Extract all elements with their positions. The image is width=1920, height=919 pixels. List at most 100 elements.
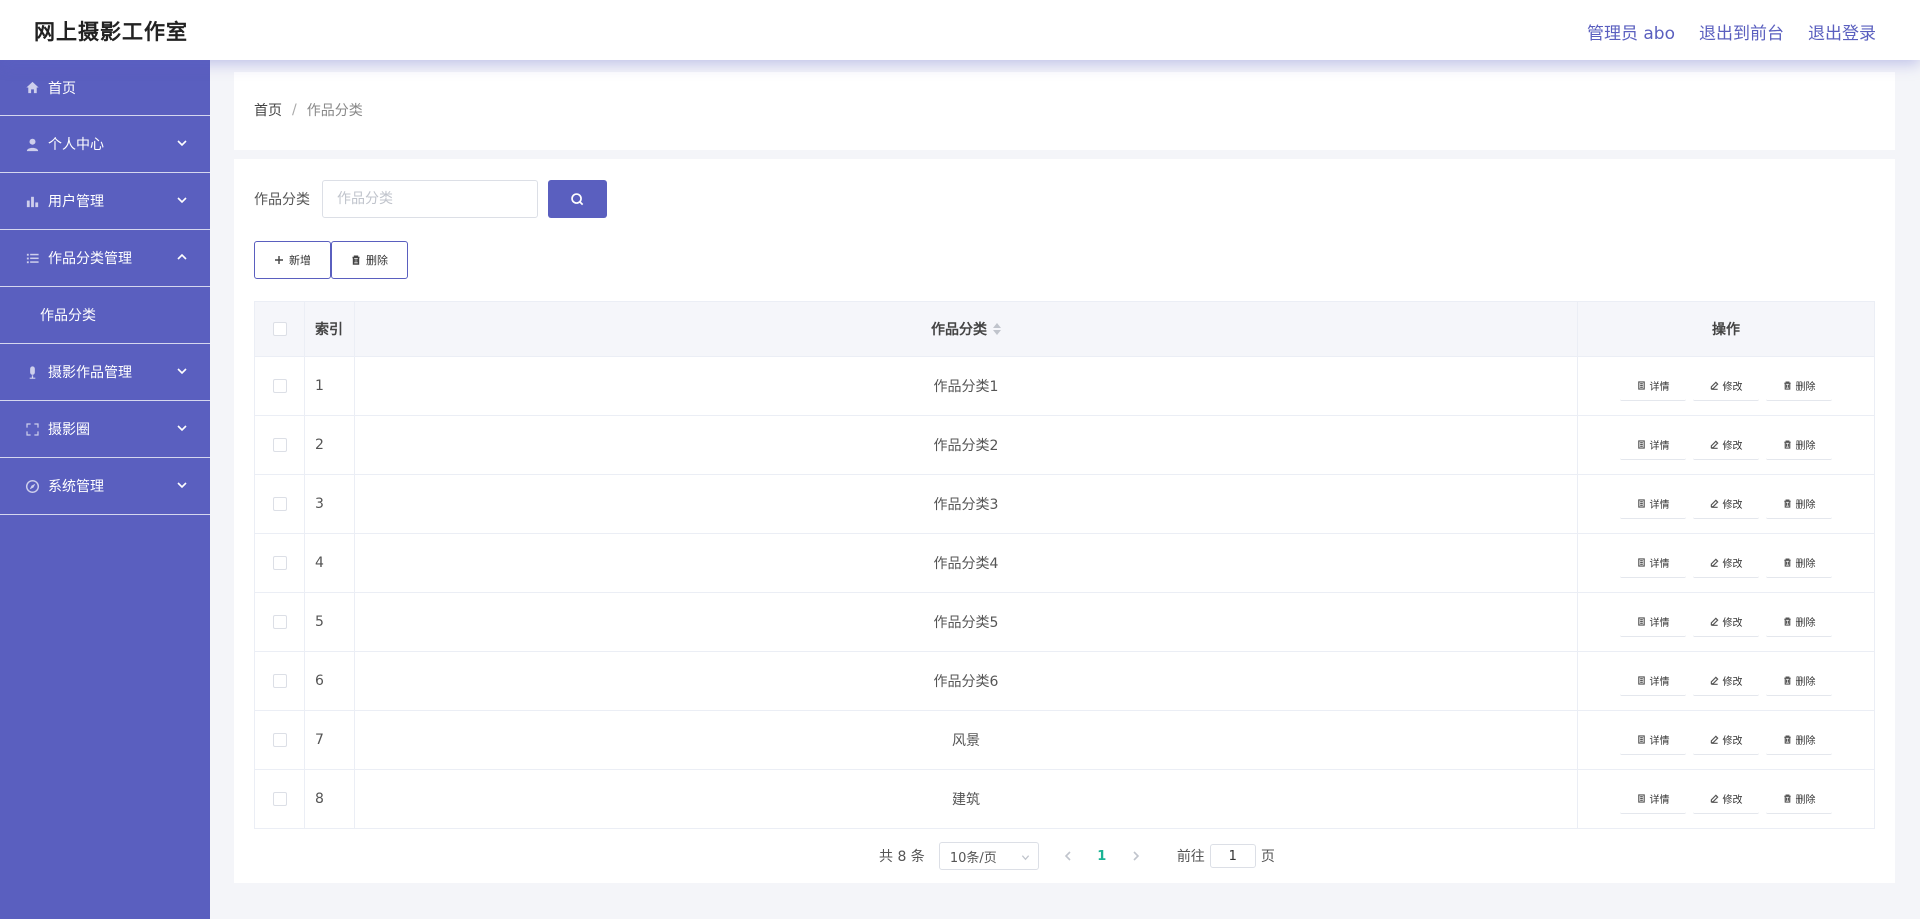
sidebar-item-category-management[interactable]: 作品分类管理 xyxy=(0,230,210,287)
table-row: 5 作品分类5 详情 修改 删除 xyxy=(255,593,1874,652)
edit-button[interactable]: 修改 xyxy=(1693,371,1759,401)
edit-button[interactable]: 修改 xyxy=(1693,725,1759,755)
goto-page-input[interactable] xyxy=(1209,844,1256,868)
row-category-name: 作品分类3 xyxy=(355,475,1578,533)
edit-button[interactable]: 修改 xyxy=(1693,548,1759,578)
select-all-checkbox[interactable] xyxy=(272,322,287,336)
detail-button[interactable]: 详情 xyxy=(1620,371,1686,401)
row-check-cell xyxy=(255,711,305,769)
search-icon xyxy=(571,192,584,205)
column-header-index: 索引 xyxy=(305,302,355,356)
prev-page-button[interactable] xyxy=(1053,851,1083,861)
plus-icon xyxy=(275,256,283,264)
sidebar-item-system-management[interactable]: 系统管理 xyxy=(0,458,210,515)
category-search-input[interactable] xyxy=(322,180,538,218)
search-button[interactable] xyxy=(548,180,607,218)
edit-icon xyxy=(1710,617,1718,626)
row-category-name: 作品分类2 xyxy=(355,416,1578,474)
table-row: 1 作品分类1 详情 修改 删除 xyxy=(255,357,1874,416)
row-check-cell xyxy=(255,416,305,474)
sidebar-item-photo-circle[interactable]: 摄影圈 xyxy=(0,401,210,458)
detail-button[interactable]: 详情 xyxy=(1620,607,1686,637)
detail-button-label: 详情 xyxy=(1649,500,1670,511)
row-checkbox[interactable] xyxy=(272,792,287,806)
chevron-up-icon xyxy=(176,251,188,263)
trash-icon xyxy=(1783,558,1791,567)
row-delete-button[interactable]: 删除 xyxy=(1766,430,1832,460)
sidebar-item-personal-center[interactable]: 个人中心 xyxy=(0,116,210,173)
row-delete-button[interactable]: 删除 xyxy=(1766,725,1832,755)
sidebar: 首页 个人中心 用户管理 作品分类管理 作品分类 摄影作品管理 摄影圈 系统管理 xyxy=(0,60,210,919)
chevron-down-icon xyxy=(176,137,188,149)
search-label: 作品分类 xyxy=(254,192,310,208)
detail-button-label: 详情 xyxy=(1649,559,1670,570)
row-delete-button-label: 删除 xyxy=(1795,559,1816,570)
detail-button[interactable]: 详情 xyxy=(1620,430,1686,460)
row-delete-button[interactable]: 删除 xyxy=(1766,666,1832,696)
edit-button[interactable]: 修改 xyxy=(1693,784,1759,814)
header-check-cell xyxy=(255,302,305,356)
row-delete-button[interactable]: 删除 xyxy=(1766,548,1832,578)
detail-button-label: 详情 xyxy=(1649,795,1670,806)
detail-button[interactable]: 详情 xyxy=(1620,725,1686,755)
detail-button[interactable]: 详情 xyxy=(1620,489,1686,519)
row-delete-button[interactable]: 删除 xyxy=(1766,784,1832,814)
page-number-current[interactable]: 1 xyxy=(1087,849,1117,864)
logout-link[interactable]: 退出登录 xyxy=(1808,19,1876,44)
breadcrumb-card: 首页 / 作品分类 xyxy=(234,72,1895,150)
admin-user-link[interactable]: 管理员 abo xyxy=(1587,19,1675,44)
row-delete-button[interactable]: 删除 xyxy=(1766,489,1832,519)
document-icon xyxy=(1637,735,1645,744)
row-index: 2 xyxy=(305,416,355,474)
goto-prefix: 前往 xyxy=(1176,849,1205,865)
pagination: 共 8 条 10条/页 1 前往 页 xyxy=(879,842,1275,870)
detail-button[interactable]: 详情 xyxy=(1620,666,1686,696)
row-checkbox[interactable] xyxy=(272,438,287,452)
exit-to-frontend-link[interactable]: 退出到前台 xyxy=(1699,19,1784,44)
edit-button-label: 修改 xyxy=(1722,677,1743,688)
row-operations: 详情 修改 删除 xyxy=(1578,770,1874,828)
row-index: 7 xyxy=(305,711,355,769)
row-checkbox[interactable] xyxy=(272,497,287,511)
sidebar-item-photo-works-management[interactable]: 摄影作品管理 xyxy=(0,344,210,401)
edit-button[interactable]: 修改 xyxy=(1693,666,1759,696)
sidebar-item-user-management[interactable]: 用户管理 xyxy=(0,173,210,230)
edit-button-label: 修改 xyxy=(1722,736,1743,747)
row-checkbox[interactable] xyxy=(272,674,287,688)
microphone-icon xyxy=(24,364,40,380)
goto-suffix: 页 xyxy=(1260,849,1275,865)
row-delete-button-label: 删除 xyxy=(1795,382,1816,393)
document-icon xyxy=(1637,617,1645,626)
row-checkbox[interactable] xyxy=(272,379,287,393)
row-index: 1 xyxy=(305,357,355,415)
row-delete-button-label: 删除 xyxy=(1795,736,1816,747)
next-page-button[interactable] xyxy=(1121,851,1151,861)
edit-button-label: 修改 xyxy=(1722,795,1743,806)
sidebar-item-home[interactable]: 首页 xyxy=(0,60,210,116)
sidebar-subitem-category[interactable]: 作品分类 xyxy=(0,287,210,344)
breadcrumb-home[interactable]: 首页 xyxy=(254,100,282,120)
table-row: 3 作品分类3 详情 修改 删除 xyxy=(255,475,1874,534)
row-checkbox[interactable] xyxy=(272,615,287,629)
detail-button-label: 详情 xyxy=(1649,618,1670,629)
row-checkbox[interactable] xyxy=(272,556,287,570)
row-checkbox[interactable] xyxy=(272,733,287,747)
detail-button[interactable]: 详情 xyxy=(1620,784,1686,814)
batch-delete-button[interactable]: 删除 xyxy=(331,241,408,279)
add-button[interactable]: 新增 xyxy=(254,241,331,279)
detail-button[interactable]: 详情 xyxy=(1620,548,1686,578)
page-size-value: 10条/页 xyxy=(949,850,997,866)
table-row: 2 作品分类2 详情 修改 删除 xyxy=(255,416,1874,475)
edit-button[interactable]: 修改 xyxy=(1693,430,1759,460)
row-delete-button[interactable]: 删除 xyxy=(1766,607,1832,637)
edit-icon xyxy=(1710,499,1718,508)
document-icon xyxy=(1637,676,1645,685)
column-header-category[interactable]: 作品分类 xyxy=(355,302,1578,356)
breadcrumb: 首页 / 作品分类 xyxy=(254,100,363,120)
row-delete-button[interactable]: 删除 xyxy=(1766,371,1832,401)
page-size-select[interactable]: 10条/页 xyxy=(938,842,1039,870)
column-header-category-label: 作品分类 xyxy=(931,322,987,338)
edit-button[interactable]: 修改 xyxy=(1693,489,1759,519)
edit-button[interactable]: 修改 xyxy=(1693,607,1759,637)
sort-caret-icon[interactable] xyxy=(993,323,1001,335)
